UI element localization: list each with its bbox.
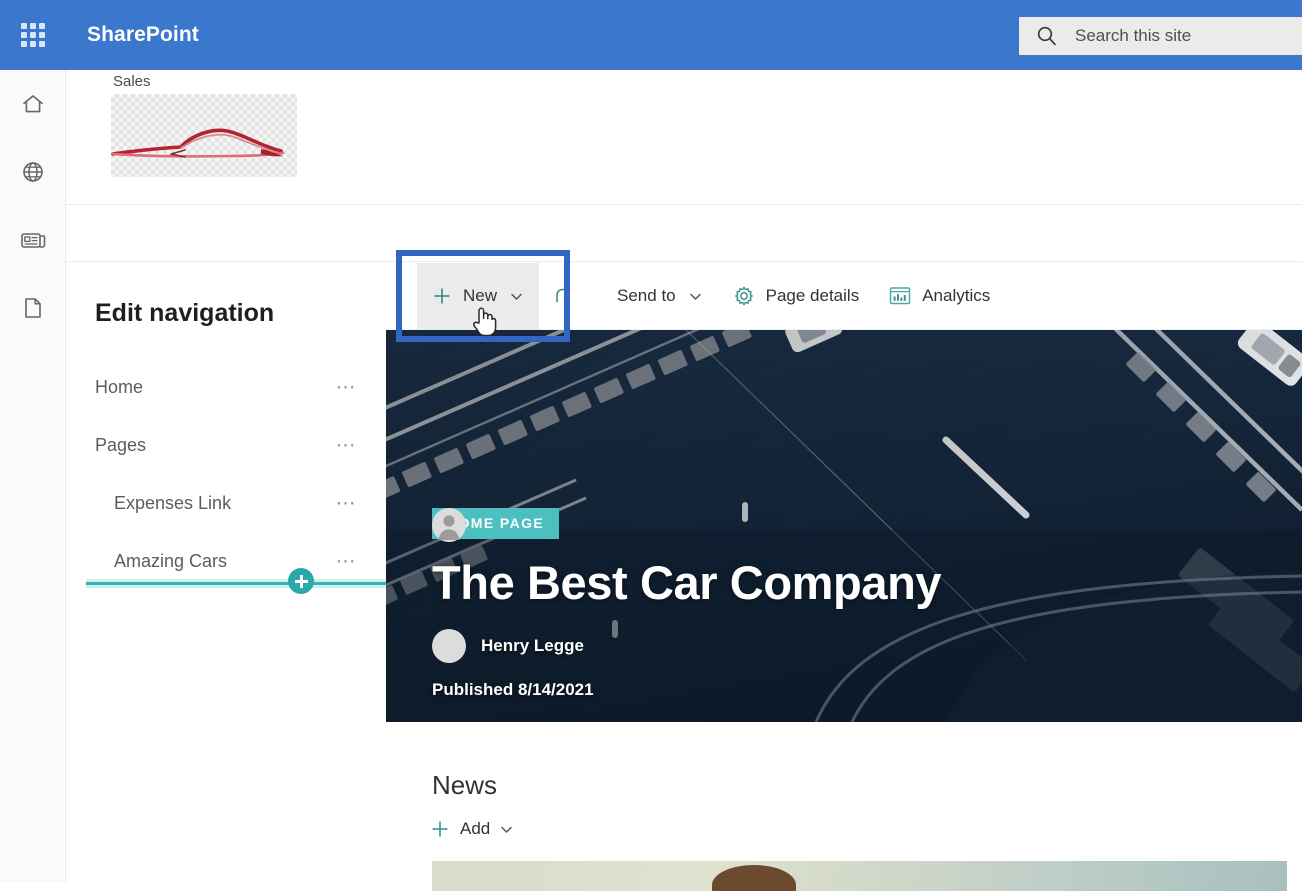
new-button[interactable]: New <box>417 262 540 330</box>
rail-item-home[interactable] <box>0 70 66 138</box>
share-button[interactable] <box>539 263 602 330</box>
nav-item-label: Amazing Cars <box>114 550 228 571</box>
nav-item-label: Expenses Link <box>114 492 232 513</box>
sharepoint-brand[interactable]: SharePoint <box>87 23 199 47</box>
plus-icon <box>430 819 450 839</box>
news-card[interactable] <box>432 861 1287 891</box>
page-details-button[interactable]: Page details <box>718 263 875 330</box>
hero-author: Henry Legge <box>432 508 941 663</box>
red-car-silhouette-logo <box>111 128 285 158</box>
add-link-line <box>86 582 386 585</box>
page-details-label: Page details <box>765 286 860 305</box>
news-add-label: Add <box>460 819 491 838</box>
analytics-label: Analytics <box>922 286 991 305</box>
plus-icon <box>432 286 452 306</box>
globe-icon <box>20 159 46 185</box>
search-box[interactable] <box>1019 17 1302 55</box>
chevron-down-icon <box>688 289 703 304</box>
page-command-bar: New Send to Page details Analytics <box>386 262 1302 330</box>
hero-content: HOME PAGE The Best Car Company Henry Leg… <box>432 508 942 700</box>
header-spacer-band <box>66 206 1302 262</box>
share-icon <box>554 286 576 306</box>
hero-title: The Best Car Company <box>432 556 942 609</box>
news-heading: News <box>432 770 498 800</box>
app-launcher-button[interactable] <box>11 13 55 57</box>
search-icon <box>1035 24 1059 48</box>
home-icon <box>20 91 46 117</box>
rail-item-news[interactable] <box>0 206 66 274</box>
news-add-button[interactable]: Add <box>430 819 514 839</box>
ellipsis-icon[interactable]: ⋯ <box>336 375 359 400</box>
search-input[interactable] <box>1075 26 1302 46</box>
author-name: Henry Legge <box>481 636 584 655</box>
plus-circle-icon[interactable] <box>288 568 314 594</box>
news-icon <box>19 227 47 253</box>
edit-navigation-panel: Edit navigation Home ⋯ Pages ⋯ Expenses … <box>66 263 386 882</box>
ellipsis-icon[interactable]: ⋯ <box>336 433 359 458</box>
chevron-down-icon <box>499 822 514 837</box>
send-to-label: Send to <box>617 286 676 305</box>
waffle-grid-icon <box>21 23 45 47</box>
nav-item-expenses-link[interactable]: Expenses Link ⋯ <box>66 474 386 532</box>
news-card-subject <box>712 865 796 891</box>
document-icon <box>21 295 45 321</box>
site-title: Sales <box>113 73 151 90</box>
avatar <box>432 508 466 663</box>
nav-item-home[interactable]: Home ⋯ <box>66 358 386 416</box>
nav-item-pages[interactable]: Pages ⋯ <box>66 416 386 474</box>
hero-banner[interactable]: HOME PAGE The Best Car Company Henry Leg… <box>386 330 1302 722</box>
suite-bar: SharePoint <box>0 0 1302 70</box>
new-button-label: New <box>463 286 498 305</box>
analytics-button[interactable]: Analytics <box>874 263 1005 330</box>
rail-item-globe[interactable] <box>0 138 66 206</box>
ellipsis-icon[interactable]: ⋯ <box>336 549 359 574</box>
rail-item-document[interactable] <box>0 274 66 342</box>
ellipsis-icon[interactable]: ⋯ <box>336 491 359 516</box>
gear-icon <box>733 285 755 307</box>
analytics-icon <box>889 286 911 306</box>
navigation-list: Home ⋯ Pages ⋯ Expenses Link ⋯ Amazing C… <box>66 358 386 590</box>
edit-navigation-heading: Edit navigation <box>95 299 275 327</box>
chevron-down-icon <box>509 289 524 304</box>
site-header: Sales <box>66 70 1302 205</box>
send-to-button[interactable]: Send to <box>602 263 718 330</box>
nav-item-label: Pages <box>95 434 147 455</box>
site-logo <box>111 94 297 177</box>
published-date: Published 8/14/2021 <box>432 680 594 699</box>
left-icon-rail <box>0 70 66 882</box>
nav-item-label: Home <box>95 376 144 397</box>
